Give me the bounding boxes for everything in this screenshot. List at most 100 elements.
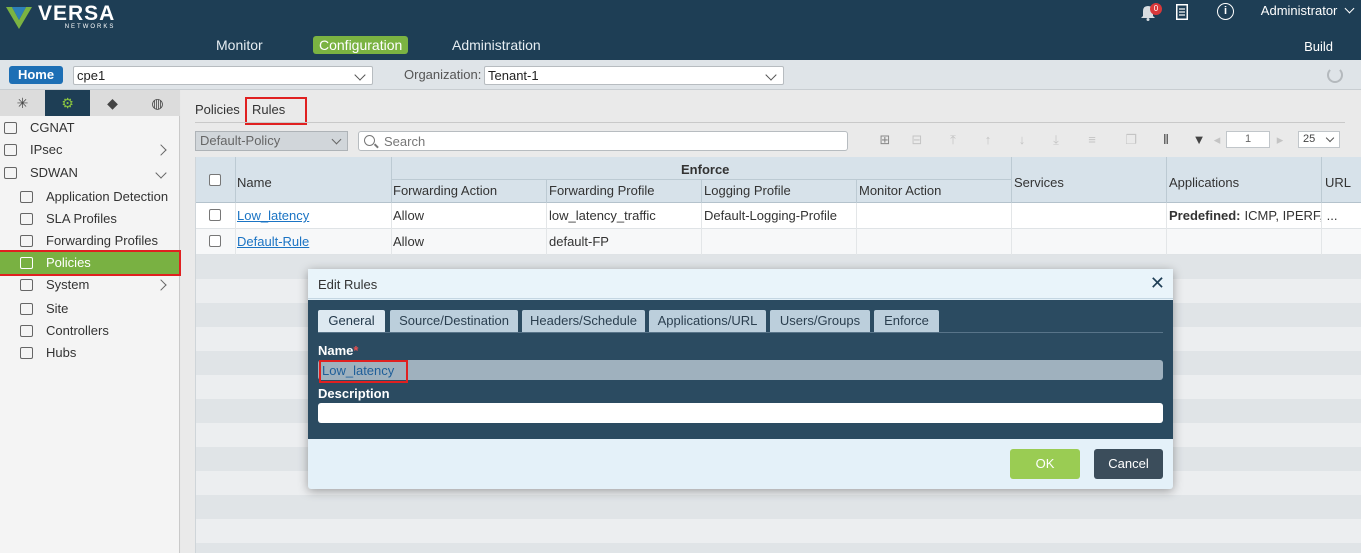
search-input[interactable]: Search xyxy=(358,131,848,151)
row-checkbox[interactable] xyxy=(209,209,221,221)
page-size-select[interactable]: 25 xyxy=(1298,131,1340,148)
col-divider xyxy=(856,203,857,229)
sidebar-item-cgnat[interactable]: CGNAT xyxy=(0,117,179,139)
controllers-icon xyxy=(20,325,33,337)
rules-tab-highlight xyxy=(245,97,307,125)
col-url[interactable]: URL xyxy=(1325,175,1351,190)
tab-divider xyxy=(195,122,1345,123)
globe-tab-icon[interactable]: ◍ xyxy=(135,90,180,116)
tab-headers-schedule[interactable]: Headers/Schedule xyxy=(522,310,645,332)
col-divider xyxy=(701,229,702,255)
sidebar-item-system[interactable]: System xyxy=(0,274,179,296)
chevron-down-icon xyxy=(1344,3,1355,14)
document-icon[interactable] xyxy=(1176,4,1188,20)
tab-applications-url[interactable]: Applications/URL xyxy=(649,310,766,332)
page-number-input[interactable]: 1 xyxy=(1226,131,1270,148)
ok-button[interactable]: OK xyxy=(1010,449,1080,479)
table-row[interactable]: Low_latency Allow low_latency_traffic Defau… xyxy=(196,203,1361,229)
name-label-text: Name xyxy=(318,343,354,358)
sidebar-item-hubs[interactable]: Hubs xyxy=(0,342,179,364)
policy-select-value: Default-Policy xyxy=(200,133,281,148)
edit-rules-dialog: Edit Rules ✕ General Source/Destination … xyxy=(308,269,1173,489)
move-top-icon[interactable]: ⤒ xyxy=(945,132,961,148)
columns-icon[interactable]: ⦀ xyxy=(1158,132,1174,148)
col-divider xyxy=(546,229,547,255)
sidebar-item-label: Policies xyxy=(46,255,91,270)
nav-configuration[interactable]: Configuration xyxy=(313,36,409,54)
device-select[interactable]: cpe1 xyxy=(73,66,373,85)
col-divider xyxy=(701,203,702,229)
col-divider xyxy=(856,179,857,203)
topology-tab-icon[interactable]: ✳ xyxy=(0,90,45,116)
refresh-icon[interactable] xyxy=(1327,67,1343,83)
col-name[interactable]: Name xyxy=(237,175,272,190)
gear-tab-icon[interactable]: ⚙ xyxy=(45,90,90,116)
cancel-button[interactable]: Cancel xyxy=(1094,449,1163,479)
col-divider xyxy=(1011,203,1012,229)
move-down-icon[interactable]: ↓ xyxy=(1014,132,1030,148)
cgnat-icon xyxy=(4,122,17,134)
chevron-down-icon xyxy=(765,69,777,81)
tab-users-groups[interactable]: Users/Groups xyxy=(770,310,870,332)
nav-administration[interactable]: Administration xyxy=(452,37,541,53)
row-checkbox[interactable] xyxy=(209,235,221,247)
col-monitor-action[interactable]: Monitor Action xyxy=(859,183,941,198)
sidebar-item-forwarding-profiles[interactable]: Forwarding Profiles xyxy=(0,230,179,252)
cell-name[interactable]: Low_latency xyxy=(237,208,309,223)
move-to-icon[interactable]: ≡ xyxy=(1084,132,1100,148)
add-icon[interactable]: ⊞ xyxy=(877,132,893,148)
col-services[interactable]: Services xyxy=(1014,175,1064,190)
table-row[interactable]: Default-Rule Allow default-FP xyxy=(196,229,1361,255)
col-divider xyxy=(235,229,236,255)
search-icon xyxy=(364,135,375,146)
clone-icon[interactable]: ❐ xyxy=(1123,132,1139,148)
rule-name-link[interactable]: Low_latency xyxy=(237,208,309,223)
col-forwarding-action[interactable]: Forwarding Action xyxy=(393,183,497,198)
prev-page-icon[interactable]: ◂ xyxy=(1209,132,1225,148)
name-label: Name* xyxy=(318,343,358,358)
sidebar-item-policies[interactable]: Policies xyxy=(0,250,181,276)
sidebar-item-ipsec[interactable]: IPsec xyxy=(0,139,179,161)
context-bar: Home cpe1 Organization: Tenant-1 xyxy=(0,60,1361,90)
info-icon[interactable]: i xyxy=(1217,3,1234,20)
next-page-icon[interactable]: ▸ xyxy=(1272,132,1288,148)
col-divider xyxy=(701,179,702,203)
tab-source-destination[interactable]: Source/Destination xyxy=(390,310,518,332)
organization-label: Organization: xyxy=(404,67,482,82)
name-field-highlight xyxy=(319,360,408,383)
col-logging-profile[interactable]: Logging Profile xyxy=(704,183,791,198)
col-forwarding-profile[interactable]: Forwarding Profile xyxy=(549,183,655,198)
versa-logo[interactable]: VERSA NETWORKS xyxy=(4,3,115,31)
sidebar-item-sdwan[interactable]: SDWAN xyxy=(0,162,179,184)
description-field[interactable] xyxy=(318,403,1163,423)
notification-badge: 0 xyxy=(1150,3,1162,15)
top-navbar: VERSA NETWORKS Monitor Configuration Adm… xyxy=(0,0,1361,60)
tab-enforce[interactable]: Enforce xyxy=(874,310,939,332)
home-button[interactable]: Home xyxy=(9,66,63,84)
move-up-icon[interactable]: ↑ xyxy=(980,132,996,148)
sidebar-item-site[interactable]: Site xyxy=(0,298,179,320)
policy-select[interactable]: Default-Policy xyxy=(195,131,348,151)
tab-general[interactable]: General xyxy=(318,310,385,332)
chevron-down-icon xyxy=(1325,133,1335,143)
select-all-checkbox[interactable] xyxy=(209,174,221,186)
cell-name[interactable]: Default-Rule xyxy=(237,234,309,249)
organization-select[interactable]: Tenant-1 xyxy=(484,66,784,85)
sidebar-item-controllers[interactable]: Controllers xyxy=(0,320,179,342)
sidebar-item-sla-profiles[interactable]: SLA Profiles xyxy=(0,208,179,230)
name-field[interactable]: Low_latency xyxy=(318,360,1163,380)
sidebar-item-application-detection[interactable]: Application Detection xyxy=(0,186,179,208)
cube-tab-icon[interactable]: ◆ xyxy=(90,90,135,116)
user-menu[interactable]: Administrator xyxy=(1261,3,1355,18)
col-divider xyxy=(391,157,392,203)
filter-icon[interactable]: ▼ xyxy=(1191,132,1207,148)
build-link[interactable]: Build xyxy=(1304,39,1333,54)
close-icon[interactable]: ✕ xyxy=(1150,273,1165,294)
col-applications[interactable]: Applications xyxy=(1169,175,1239,190)
nav-monitor[interactable]: Monitor xyxy=(216,37,263,53)
rule-name-link[interactable]: Default-Rule xyxy=(237,234,309,249)
chevron-right-icon xyxy=(155,279,167,291)
move-bottom-icon[interactable]: ⤓ xyxy=(1048,132,1064,148)
tab-policies[interactable]: Policies xyxy=(195,102,240,117)
remove-icon[interactable]: ⊟ xyxy=(909,132,925,148)
